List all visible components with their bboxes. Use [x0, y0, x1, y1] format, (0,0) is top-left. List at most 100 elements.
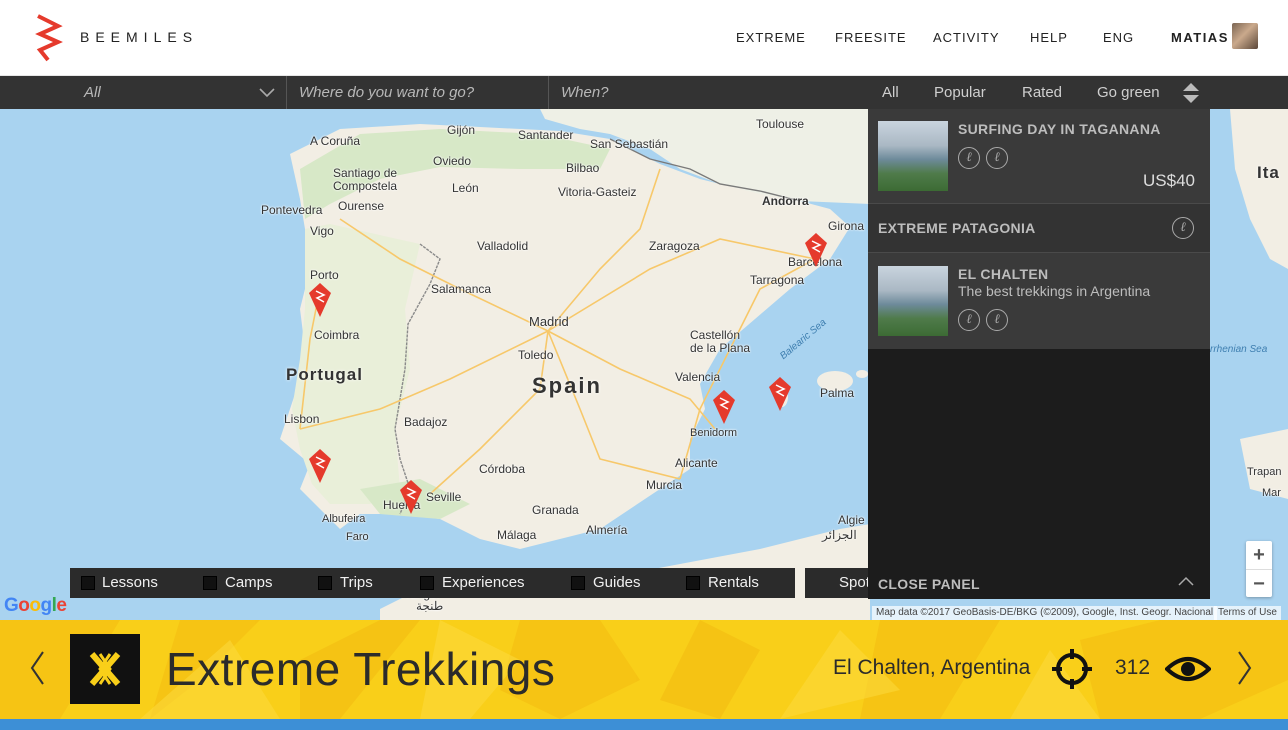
zoom-out-button[interactable]: − [1246, 569, 1272, 597]
city-label: Málaga [497, 528, 537, 542]
target-icon[interactable] [1051, 648, 1093, 690]
tab-all[interactable]: All [882, 76, 899, 109]
zoom-controls: + − [1246, 541, 1272, 597]
category-select[interactable]: All [84, 76, 101, 109]
filter-rentals[interactable]: Rentals [708, 568, 759, 598]
banner-title[interactable]: Extreme Trekkings [166, 642, 555, 696]
city-label: Córdoba [479, 462, 526, 476]
view-count: 312 [1115, 656, 1151, 679]
nav-language[interactable]: ENG [1103, 30, 1134, 45]
nav-extreme[interactable]: EXTREME [736, 30, 806, 45]
chevron-down-icon[interactable] [258, 85, 276, 99]
google-logo: Google [4, 595, 67, 616]
when-input[interactable]: When? [561, 76, 609, 109]
result-card[interactable]: EL CHALTEN The best trekkings in Argenti… [868, 253, 1210, 349]
zoom-in-button[interactable]: + [1246, 541, 1272, 569]
terms-link[interactable]: Terms of Use [1214, 606, 1281, 620]
previous-arrow-icon[interactable] [28, 650, 46, 686]
sport-label: Spot [839, 574, 868, 591]
city-label: San Sebastián [590, 137, 669, 151]
lessons-checkbox[interactable] [81, 576, 95, 590]
city-label: Trapan [1247, 466, 1282, 478]
city-label: Algie [838, 513, 865, 527]
city-label: Toledo [518, 348, 554, 362]
divider [548, 76, 549, 109]
city-label: Granada [532, 503, 579, 517]
map-pin-icon[interactable] [769, 377, 791, 411]
beemiles-logo[interactable] [34, 12, 64, 62]
city-label: Santiago de Compostela [333, 166, 398, 193]
activity-icon: ℓ [986, 147, 1008, 169]
result-title[interactable]: SURFING DAY IN TAGANANA [958, 121, 1161, 137]
avatar[interactable] [1232, 23, 1258, 49]
next-arrow-icon[interactable] [1236, 650, 1254, 686]
country-label: Ita [1257, 163, 1280, 182]
result-thumbnail[interactable] [878, 266, 948, 336]
country-label: Portugal [286, 365, 363, 384]
sport-filter[interactable]: Spot [805, 568, 868, 598]
city-label: Bilbao [566, 161, 600, 175]
sea-label: rrhenian Sea [1210, 344, 1268, 355]
map-pin-icon[interactable] [805, 233, 827, 267]
city-label: Benidorm [690, 427, 738, 439]
where-input[interactable]: Where do you want to go? [299, 76, 474, 109]
map-pin-icon[interactable] [309, 283, 331, 317]
guides-checkbox[interactable] [571, 576, 585, 590]
divider [286, 76, 287, 109]
tab-popular[interactable]: Popular [934, 76, 986, 109]
result-card[interactable]: SURFING DAY IN TAGANANA ℓ ℓ US$40 [868, 109, 1210, 203]
city-label: Girona [828, 219, 865, 233]
close-panel-button[interactable]: CLOSE PANEL [878, 576, 980, 592]
rentals-checkbox[interactable] [686, 576, 700, 590]
map-attribution: Map data ©2017 GeoBasis-DE/BKG (©2009), … [872, 606, 1218, 620]
result-title[interactable]: EL CHALTEN [958, 266, 1048, 282]
map-pin-icon[interactable] [309, 449, 331, 483]
activity-icon: ℓ [958, 147, 980, 169]
city-label: León [452, 181, 479, 195]
group-header[interactable]: EXTREME PATAGONIA ℓ [868, 203, 1210, 253]
brand-name[interactable]: BEEMILES [80, 29, 198, 45]
city-label: Madrid [529, 314, 569, 329]
city-label: Toulouse [756, 117, 805, 131]
city-label: A Coruña [310, 134, 361, 148]
filter-experiences[interactable]: Experiences [442, 568, 525, 598]
city-label: Seville [426, 490, 462, 504]
city-label: Castellón de la Plana [690, 328, 751, 355]
city-label: Mar [1262, 487, 1281, 499]
filter-camps[interactable]: Camps [225, 568, 273, 598]
activity-icon: ℓ [958, 309, 980, 331]
group-title: EXTREME PATAGONIA [878, 220, 1036, 236]
city-label: Porto [310, 268, 339, 282]
filter-guides[interactable]: Guides [593, 568, 641, 598]
result-price: US$40 [1143, 171, 1195, 190]
featured-banner: Extreme Trekkings El Chalten, Argentina … [0, 620, 1288, 719]
user-name[interactable]: MATIAS [1171, 30, 1229, 45]
bottom-strip [0, 719, 1288, 730]
city-label: طنجة [416, 599, 444, 613]
tab-go-green[interactable]: Go green [1097, 76, 1160, 109]
activity-icon: ℓ [1172, 217, 1194, 239]
nav-activity[interactable]: ACTIVITY [933, 30, 1000, 45]
map-pin-icon[interactable] [713, 390, 735, 424]
map-pin-icon[interactable] [400, 480, 422, 514]
country-label: Spain [532, 373, 602, 398]
sort-icon[interactable] [1182, 82, 1200, 104]
category-badge [70, 634, 140, 704]
city-label: Albufeira [322, 513, 366, 525]
city-label: Pontevedra [261, 203, 323, 217]
category-filter-bar: Lessons Camps Trips Experiences Guides R… [70, 568, 795, 598]
experiences-checkbox[interactable] [420, 576, 434, 590]
chevron-up-icon[interactable] [1177, 575, 1195, 587]
eye-icon[interactable] [1165, 654, 1211, 684]
tab-rated[interactable]: Rated [1022, 76, 1062, 109]
city-label: Andorra [762, 194, 809, 208]
city-label: Vigo [310, 224, 334, 238]
camps-checkbox[interactable] [203, 576, 217, 590]
city-label: Coimbra [314, 328, 360, 342]
filter-trips[interactable]: Trips [340, 568, 373, 598]
trips-checkbox[interactable] [318, 576, 332, 590]
result-thumbnail[interactable] [878, 121, 948, 191]
nav-help[interactable]: HELP [1030, 30, 1068, 45]
nav-freesite[interactable]: FREESITE [835, 30, 907, 45]
filter-lessons[interactable]: Lessons [102, 568, 158, 598]
